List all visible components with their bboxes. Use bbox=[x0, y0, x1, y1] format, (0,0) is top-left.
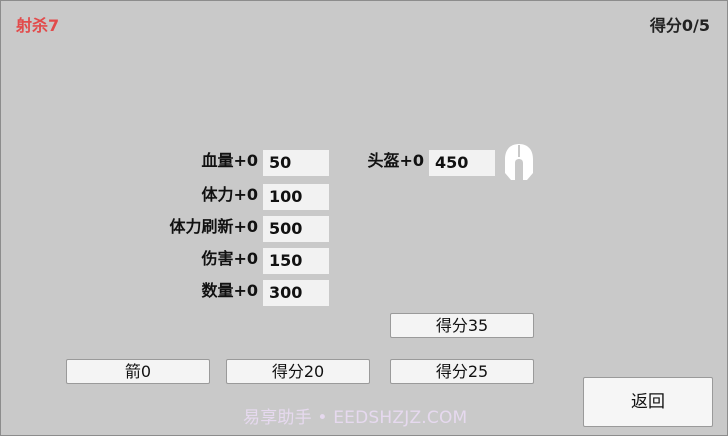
stat-label-quantity: 数量+0 bbox=[201, 281, 258, 300]
stat-label-health: 血量+0 bbox=[201, 151, 258, 170]
stat-value-stamina-refresh: 500 bbox=[263, 216, 329, 242]
arrows-button[interactable]: 箭0 bbox=[66, 359, 210, 384]
score-35-button[interactable]: 得分35 bbox=[390, 313, 534, 338]
stat-value-stamina: 100 bbox=[263, 184, 329, 210]
watermark: 易享助手 • EEDSHZJZ.COM bbox=[243, 408, 468, 428]
stat-value-quantity: 300 bbox=[263, 280, 329, 306]
score-25-button[interactable]: 得分25 bbox=[390, 359, 534, 384]
stat-label-stamina-refresh: 体力刷新+0 bbox=[169, 217, 258, 236]
stat-label-stamina: 体力+0 bbox=[201, 185, 258, 204]
score-progress: 得分0/5 bbox=[649, 16, 710, 35]
kill-count: 射杀7 bbox=[16, 16, 60, 35]
stat-label-damage: 伤害+0 bbox=[201, 249, 258, 268]
stat-value-helmet: 450 bbox=[429, 150, 495, 176]
back-button[interactable]: 返回 bbox=[583, 377, 713, 427]
spartan-helmet-icon bbox=[505, 144, 533, 180]
stat-value-damage: 150 bbox=[263, 248, 329, 274]
score-20-button[interactable]: 得分20 bbox=[226, 359, 370, 384]
stat-value-health: 50 bbox=[263, 150, 329, 176]
stat-label-helmet: 头盔+0 bbox=[367, 151, 424, 170]
